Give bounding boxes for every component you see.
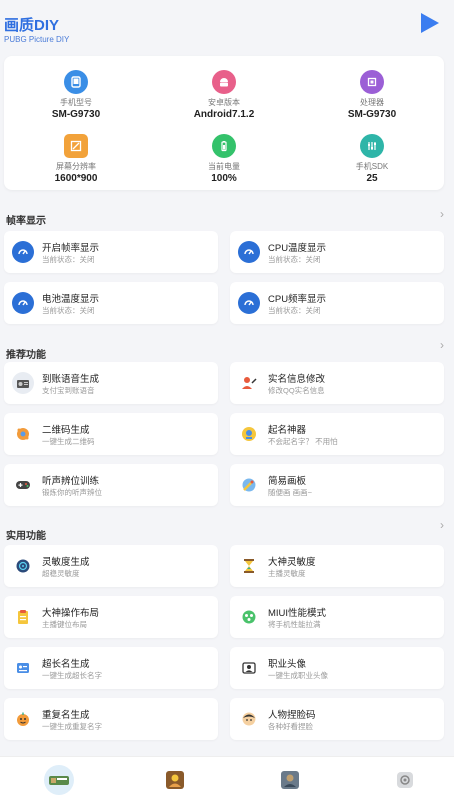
battery-temp-toggle[interactable]: 电池温度显示 当前状态：关闭 xyxy=(4,282,218,324)
cpu-freq-toggle[interactable]: CPU频率显示 当前状态：关闭 xyxy=(230,282,444,324)
cpu-temp-toggle[interactable]: CPU温度显示 当前状态：关闭 xyxy=(230,231,444,273)
app-title: 画质DIY xyxy=(4,17,60,34)
info-android: 安卓版本 Android7.1.2 xyxy=(154,70,294,121)
android-icon xyxy=(212,70,236,94)
section-title-utility: 实用功能 xyxy=(6,531,46,542)
dashboard-icon xyxy=(12,241,34,263)
payment-voice-card[interactable]: 到账语音生成 支付宝到账语音 xyxy=(4,362,218,404)
repeat-name-icon xyxy=(12,708,34,730)
hourglass-icon xyxy=(238,555,260,577)
chevron-right-icon[interactable]: › xyxy=(440,207,444,221)
face-code-card[interactable]: 人物捏脸码 各种好看捏脸 xyxy=(230,698,444,740)
dashboard-icon xyxy=(12,292,34,314)
play-icon[interactable] xyxy=(418,12,440,34)
info-model: 手机型号 SM-G9730 xyxy=(6,70,146,121)
avatar-icon xyxy=(238,657,260,679)
long-name-card[interactable]: 超长名生成 一键生成超长名字 xyxy=(4,647,218,689)
sdk-icon xyxy=(360,134,384,158)
chevron-right-icon[interactable]: › xyxy=(440,338,444,352)
battery-icon xyxy=(212,134,236,158)
nav-settings-icon[interactable] xyxy=(390,765,420,795)
face-icon xyxy=(238,708,260,730)
nav-pubg-icon[interactable] xyxy=(275,765,305,795)
sound-training-card[interactable]: 听声辨位训练 锻炼你的听声辨位 xyxy=(4,464,218,506)
chip-icon xyxy=(360,70,384,94)
layout-icon xyxy=(12,606,34,628)
qrcode-icon xyxy=(12,423,34,445)
info-processor: 处理器 SM-G9730 xyxy=(302,70,442,121)
simple-drawing-card[interactable]: 简易画板 随便画 画画~ xyxy=(230,464,444,506)
qrcode-card[interactable]: 二维码生成 一键生成二维码 xyxy=(4,413,218,455)
info-battery: 当前电量 100% xyxy=(154,134,294,185)
name-generator-card[interactable]: 起名神器 不会起名字？ 不用怕 xyxy=(230,413,444,455)
dashboard-icon xyxy=(238,292,260,314)
pro-sensitivity-card[interactable]: 大神灵敏度 主播灵敏度 xyxy=(230,545,444,587)
pro-avatar-card[interactable]: 职业头像 一键生成职业头像 xyxy=(230,647,444,689)
realname-edit-card[interactable]: 实名信息修改 修改QQ实名信息 xyxy=(230,362,444,404)
section-title-fps: 帧率显示 xyxy=(6,216,46,227)
phone-icon xyxy=(64,70,88,94)
miui-performance-card[interactable]: MIUI性能模式 将手机性能拉满 xyxy=(230,596,444,638)
info-sdk: 手机SDK 25 xyxy=(302,134,442,185)
device-info-card: 手机型号 SM-G9730 安卓版本 Android7.1.2 处理器 SM-G… xyxy=(4,56,444,190)
gamepad-icon xyxy=(12,474,34,496)
resolution-icon xyxy=(64,134,88,158)
app-subtitle: PUBG Picture DIY xyxy=(4,35,70,44)
target-icon xyxy=(12,555,34,577)
chevron-right-icon[interactable]: › xyxy=(440,518,444,532)
person-edit-icon xyxy=(238,372,260,394)
section-title-recommended: 推荐功能 xyxy=(6,350,46,361)
fps-display-toggle[interactable]: 开启帧率显示 当前状态：关闭 xyxy=(4,231,218,273)
bottom-nav xyxy=(0,756,454,800)
nav-character-icon[interactable] xyxy=(160,765,190,795)
name-icon xyxy=(238,423,260,445)
repeat-name-card[interactable]: 重复名生成 一键生成重复名字 xyxy=(4,698,218,740)
pro-layout-card[interactable]: 大神操作布局 主播键位布局 xyxy=(4,596,218,638)
header: 画质DIY PUBG Picture DIY xyxy=(0,0,454,54)
performance-icon xyxy=(238,606,260,628)
paint-icon xyxy=(238,474,260,496)
radio-icon xyxy=(12,372,34,394)
sensitivity-gen-card[interactable]: 灵敏度生成 超稳灵敏度 xyxy=(4,545,218,587)
info-resolution: 屏幕分辨率 1600*900 xyxy=(6,134,146,185)
long-name-icon xyxy=(12,657,34,679)
nav-home-game-icon[interactable] xyxy=(44,765,74,795)
dashboard-icon xyxy=(238,241,260,263)
